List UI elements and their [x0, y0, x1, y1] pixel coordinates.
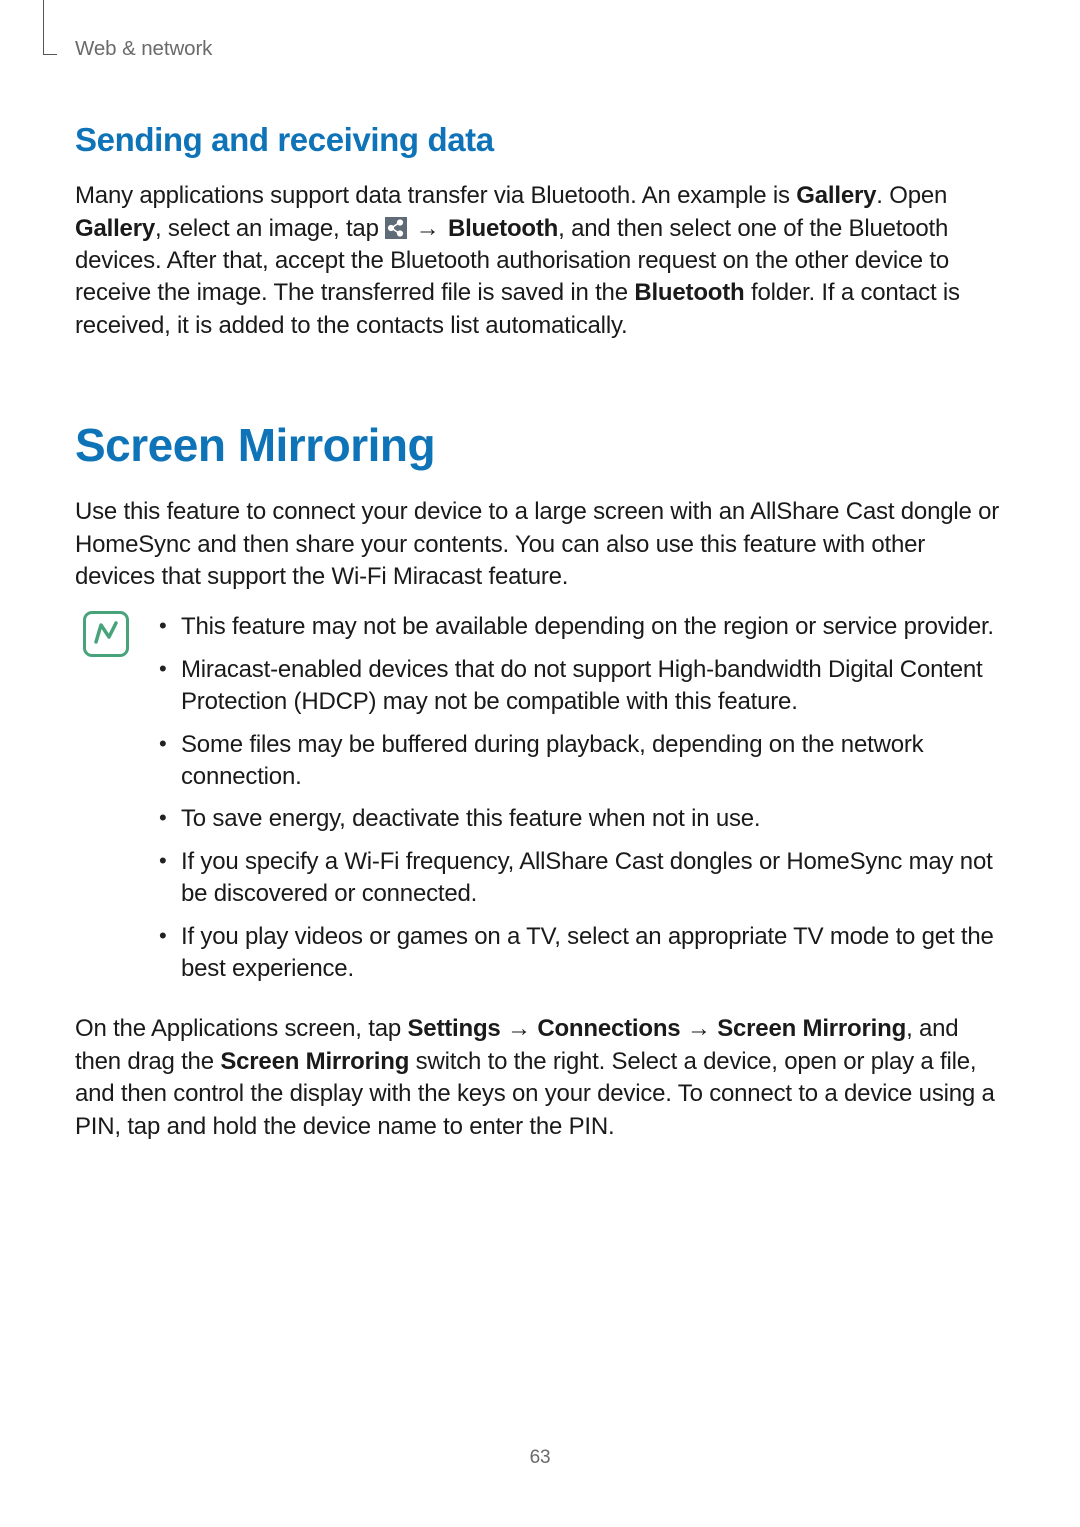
bold-gallery-2: Gallery: [75, 215, 155, 242]
bold-gallery: Gallery: [796, 182, 876, 209]
section-heading-sending: Sending and receiving data: [75, 118, 1005, 163]
note-item: To save energy, deactivate this feature …: [157, 803, 1005, 835]
text: On the Applications screen, tap: [75, 1015, 407, 1042]
section-heading-screen-mirroring: Screen Mirroring: [75, 414, 1005, 476]
text: Many applications support data transfer …: [75, 182, 796, 209]
bold-bluetooth-folder: Bluetooth: [634, 279, 744, 306]
bold-bluetooth: Bluetooth: [448, 215, 558, 242]
paragraph-mirroring-instructions: On the Applications screen, tap Settings…: [75, 1013, 1005, 1143]
running-header: Web & network: [75, 35, 1005, 63]
paragraph-bluetooth-transfer: Many applications support data transfer …: [75, 180, 1005, 342]
arrow-separator: →: [680, 1015, 717, 1042]
note-icon: [83, 611, 129, 657]
bold-connections: Connections: [537, 1015, 680, 1042]
note-item: If you specify a Wi-Fi frequency, AllSha…: [157, 846, 1005, 911]
arrow-separator: →: [501, 1015, 538, 1042]
arrow-separator: →: [407, 215, 448, 242]
bold-settings: Settings: [407, 1015, 500, 1042]
note-item: If you play videos or games on a TV, sel…: [157, 921, 1005, 986]
paragraph-mirroring-intro: Use this feature to connect your device …: [75, 496, 1005, 593]
page-number: 63: [0, 1445, 1080, 1471]
note-item: Some files may be buffered during playba…: [157, 729, 1005, 794]
page-body: Web & network Sending and receiving data…: [0, 0, 1080, 1143]
text: , select an image, tap: [155, 215, 385, 242]
bold-screen-mirroring: Screen Mirroring: [717, 1015, 906, 1042]
note-list: This feature may not be available depend…: [157, 611, 1005, 995]
note-item: This feature may not be available depend…: [157, 611, 1005, 643]
text: . Open: [876, 182, 947, 209]
bold-screen-mirroring-switch: Screen Mirroring: [220, 1048, 409, 1075]
share-icon: [385, 217, 407, 239]
note-icon-container: [83, 611, 129, 995]
note-item: Miracast-enabled devices that do not sup…: [157, 654, 1005, 719]
note-callout: This feature may not be available depend…: [75, 611, 1005, 995]
header-bracket: [43, 0, 57, 55]
